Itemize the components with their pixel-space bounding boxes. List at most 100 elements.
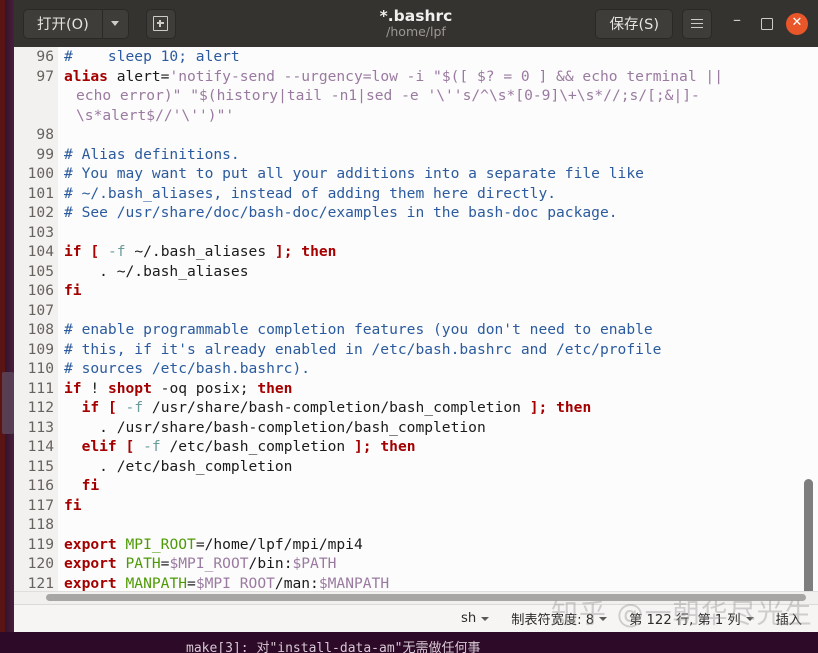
line-number: 111 xyxy=(14,378,58,398)
open-button[interactable]: 打开(O) xyxy=(23,8,103,39)
terminal-behind[interactable]: make[3]: 对"install-data-am"无需做任何事 xyxy=(0,632,818,653)
code-line[interactable]: 108 # enable programmable completion feat… xyxy=(14,320,723,340)
line-content: fi xyxy=(58,281,723,301)
code-line[interactable]: 101 # ~/.bash_aliases, instead of adding … xyxy=(14,183,723,203)
background-window-scrollbar[interactable] xyxy=(2,372,14,434)
code-line[interactable]: 105 . ~/.bash_aliases xyxy=(14,261,723,281)
code-line[interactable]: 106 fi xyxy=(14,281,723,301)
code-line[interactable]: 96 # sleep 10; alert xyxy=(14,47,723,67)
save-button[interactable]: 保存(S) xyxy=(595,8,673,39)
close-button[interactable]: ✕ xyxy=(786,12,808,35)
code-token: elif xyxy=(81,438,117,455)
line-content: elif [ -f /etc/bash_completion ]; then xyxy=(58,437,723,457)
code-token: # sleep 10; alert xyxy=(64,48,240,65)
line-content: export PATH=$MPI_ROOT/bin:$PATH xyxy=(58,554,723,574)
code-line[interactable]: 110 # sources /etc/bash.bashrc). xyxy=(14,359,723,379)
code-line[interactable]: 117 fi xyxy=(14,495,723,515)
code-line[interactable]: 109 # this, if it's already enabled in /e… xyxy=(14,339,723,360)
code-line[interactable]: 118 xyxy=(14,515,723,535)
code-token: ]; xyxy=(529,399,548,416)
line-number: 108 xyxy=(14,320,58,340)
line-number: 115 xyxy=(14,456,58,476)
line-number: 116 xyxy=(14,476,58,496)
code-line[interactable]: 114 elif [ -f /etc/bash_completion ]; th… xyxy=(14,437,723,457)
code-line[interactable]: 104 if [ -f ~/.bash_aliases ]; then xyxy=(14,242,723,262)
line-number: 112 xyxy=(14,398,58,418)
maximize-button[interactable] xyxy=(752,9,782,39)
minimize-button[interactable]: – xyxy=(722,5,752,43)
line-number: 117 xyxy=(14,495,58,515)
line-number: 110 xyxy=(14,359,58,379)
maximize-icon xyxy=(761,17,773,30)
code-token: ! xyxy=(81,379,108,397)
code-token: -f xyxy=(125,399,144,416)
code-token: # Alias definitions. xyxy=(64,145,240,163)
line-content: . /usr/share/bash-completion/bash_comple… xyxy=(58,418,723,438)
code-lines[interactable]: 96 # sleep 10; alert 97 alias alert='notify… xyxy=(14,47,723,604)
insert-mode-indicator[interactable]: 插入 xyxy=(776,609,802,628)
code-line[interactable]: 97 alias alert='notify-send --urgency=low… xyxy=(14,66,723,86)
line-number: 100 xyxy=(14,164,58,184)
code-line[interactable]: 116 fi xyxy=(14,476,723,496)
line-content: \s*alert$//'\'')"' xyxy=(58,106,723,126)
code-line[interactable]: 120 export PATH=$MPI_ROOT/bin:$PATH xyxy=(14,554,723,574)
line-number: 96 xyxy=(14,47,58,67)
code-token: $MANPATH xyxy=(318,574,390,592)
horizontal-scrollbar-thumb[interactable] xyxy=(46,594,806,601)
hamburger-menu-icon xyxy=(691,18,703,21)
code-line[interactable]: 103 xyxy=(14,222,723,242)
tab-width-selector[interactable]: 制表符宽度: 8 xyxy=(511,609,608,628)
code-token: then xyxy=(556,399,592,416)
code-line[interactable]: 111 if ! shopt -oq posix; then xyxy=(14,378,723,398)
code-line[interactable]: 112 if [ -f /usr/share/bash-completion/b… xyxy=(14,398,723,418)
code-line[interactable]: 100 # You may want to put all your additi… xyxy=(14,164,723,184)
code-line[interactable]: 98 xyxy=(14,125,723,145)
code-token: if xyxy=(64,379,82,397)
code-token: # ~/.bash_aliases, instead of adding the… xyxy=(64,184,557,202)
language-selector[interactable]: sh xyxy=(461,611,490,626)
code-token: then xyxy=(257,379,293,397)
code-token: then xyxy=(301,243,337,260)
code-token: MPI_ROOT xyxy=(125,535,196,553)
code-token: echo error)" "$(history|tail -n1|sed -e … xyxy=(76,87,700,104)
chevron-down-icon xyxy=(481,616,490,621)
line-number: 99 xyxy=(14,144,58,164)
line-number: 114 xyxy=(14,437,58,457)
new-tab-icon xyxy=(153,16,169,31)
code-line[interactable]: \s*alert$//'\'')"' xyxy=(14,105,723,126)
titlebar-right-group: 保存(S) – ✕ xyxy=(595,0,810,47)
code-token: if xyxy=(81,399,100,416)
hamburger-menu-button[interactable] xyxy=(682,8,712,39)
horizontal-scrollbar-track[interactable] xyxy=(14,591,818,604)
code-line[interactable]: 119 export MPI_ROOT=/home/lpf/mpi/mpi4 xyxy=(14,534,723,554)
vertical-scrollbar-thumb[interactable] xyxy=(804,479,813,604)
code-line[interactable]: 107 xyxy=(14,300,723,321)
code-token: $MPI_ROOT xyxy=(169,555,249,572)
code-line[interactable]: 99 # Alias definitions. xyxy=(14,144,723,164)
open-dropdown-button[interactable] xyxy=(102,8,129,39)
editor-area[interactable]: 96 # sleep 10; alert 97 alias alert='notify… xyxy=(14,47,818,604)
line-content: . /etc/bash_completion xyxy=(58,457,723,477)
line-number: 98 xyxy=(14,125,58,145)
code-token: /bin: xyxy=(248,555,293,572)
line-content: # enable programmable completion feature… xyxy=(58,320,723,340)
line-number: 113 xyxy=(14,417,58,437)
cursor-position-selector[interactable]: 第 122 行, 第 1 列 xyxy=(629,609,754,628)
line-number: 105 xyxy=(14,261,58,281)
line-content xyxy=(58,301,723,321)
new-tab-button[interactable] xyxy=(145,8,176,39)
code-line[interactable]: 113 . /usr/share/bash-completion/bash_co… xyxy=(14,417,723,438)
code-line[interactable]: echo error)" "$(history|tail -n1|sed -e … xyxy=(14,86,723,106)
line-content: fi xyxy=(58,476,723,496)
code-line[interactable]: 115 . /etc/bash_completion xyxy=(14,456,723,477)
code-line[interactable]: 102 # See /usr/share/doc/bash-doc/example… xyxy=(14,203,723,223)
code-token: # See /usr/share/doc/bash-doc/examples i… xyxy=(64,204,618,221)
line-content: # this, if it's already enabled in /etc/… xyxy=(58,340,723,360)
code-token: fi xyxy=(64,282,82,299)
